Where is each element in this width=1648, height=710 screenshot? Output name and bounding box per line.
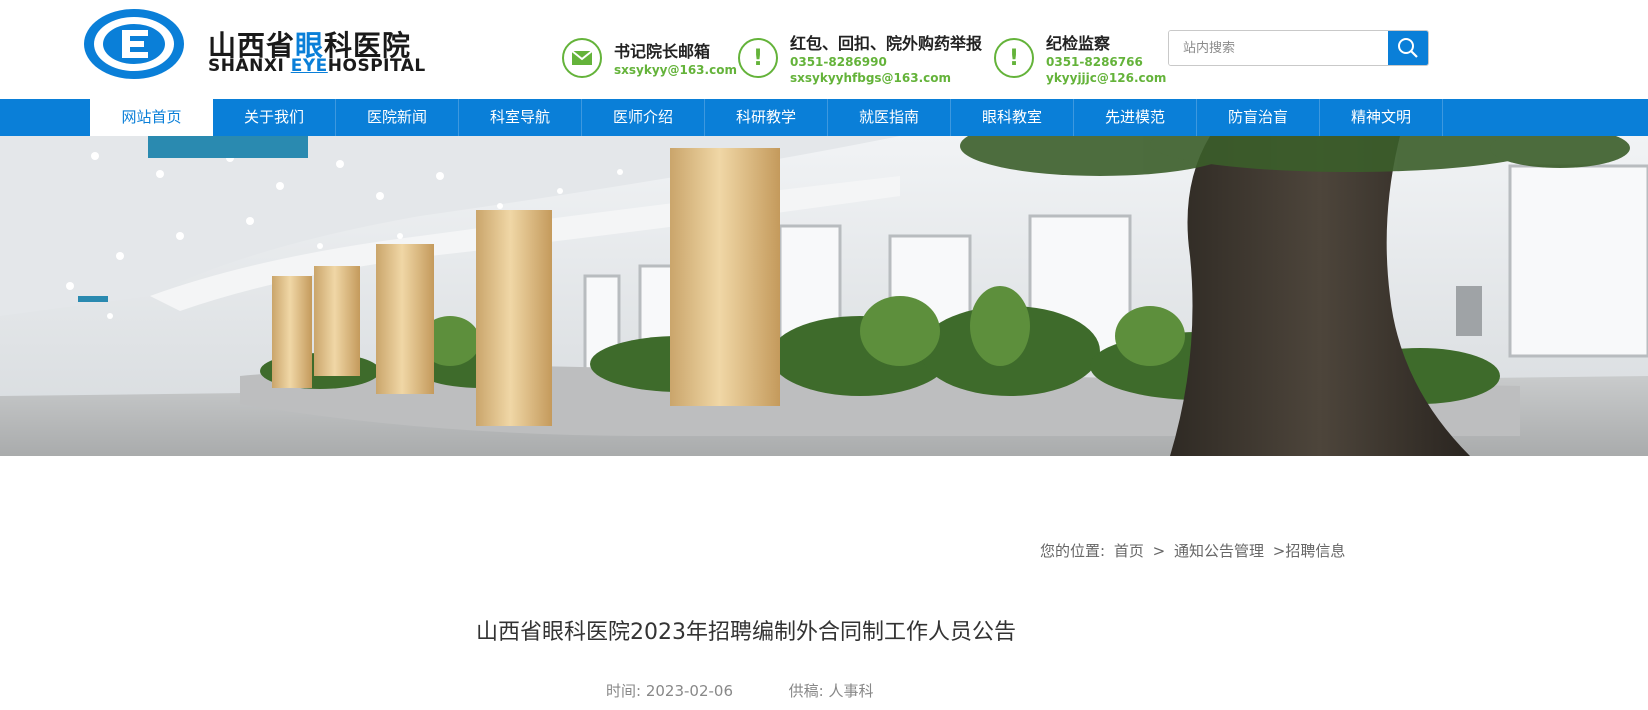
nav-item-doctors[interactable]: 医师介绍 [582, 99, 705, 136]
mail-icon [562, 38, 602, 78]
contact-title: 书记院长邮箱 [614, 42, 711, 61]
article-title: 山西省眼科医院2023年招聘编制外合同制工作人员公告 [476, 620, 1016, 645]
contact-title: 纪检监察 [1046, 34, 1111, 53]
banner-image [0, 136, 1648, 456]
site-search [1168, 30, 1429, 66]
nav-item-about[interactable]: 关于我们 [213, 99, 336, 136]
contact-email[interactable]: ykyyjjjc@126.com [1046, 70, 1166, 86]
nav-item-news[interactable]: 医院新闻 [336, 99, 459, 136]
hospital-logo[interactable]: 山西省眼科医院 SHANXI EYEHOSPITAL [82, 6, 425, 82]
breadcrumb-separator: > [1152, 542, 1166, 560]
breadcrumb-current[interactable]: 招聘信息 [1285, 542, 1345, 560]
contact-email[interactable]: sxsykyyhfbgs@163.com [790, 70, 951, 86]
breadcrumb-home[interactable]: 首页 [1114, 542, 1144, 560]
nav-item-home[interactable]: 网站首页 [90, 99, 213, 136]
source-value: 人事科 [828, 682, 874, 700]
nav-item-civilization[interactable]: 精神文明 [1320, 99, 1443, 136]
lobby-photo [0, 136, 1648, 456]
logo-emblem-icon [84, 9, 184, 79]
nav-item-research[interactable]: 科研教学 [705, 99, 828, 136]
contact-lines: 0351-8286766 ykyyjjjc@126.com [1046, 54, 1166, 86]
search-button[interactable] [1388, 31, 1428, 65]
nav-item-models[interactable]: 先进模范 [1074, 99, 1197, 136]
contact-discipline-inspection[interactable]: ! 纪检监察 0351-8286766 ykyyjjjc@126.com [994, 28, 1166, 88]
publish-time-value: 2023-02-06 [645, 682, 734, 700]
contact-phone: 0351-8286766 [1046, 55, 1143, 69]
main-nav: 网站首页 关于我们 医院新闻 科室导航 医师介绍 科研教学 就医指南 眼科教室 … [0, 99, 1648, 136]
contact-president-mailbox[interactable]: 书记院长邮箱 sxsykyy@163.com [562, 28, 737, 88]
site-header: 山西省眼科医院 SHANXI EYEHOSPITAL 书记院长邮箱 sxsyky… [0, 0, 1648, 96]
contact-email[interactable]: sxsykyy@163.com [614, 62, 737, 78]
article-meta: 时间: 2023-02-06 供稿: 人事科 [606, 680, 873, 701]
contact-title: 红包、回扣、院外购药举报 [790, 34, 983, 53]
search-icon [1398, 38, 1418, 58]
nav-item-guide[interactable]: 就医指南 [828, 99, 951, 136]
nav-item-classroom[interactable]: 眼科教室 [951, 99, 1074, 136]
contact-phone: 0351-8286990 [790, 55, 887, 69]
search-input[interactable] [1169, 31, 1389, 65]
breadcrumb-section[interactable]: 通知公告管理 [1174, 542, 1264, 560]
breadcrumb: 您的位置: 首页 > 通知公告管理 >招聘信息 [1040, 540, 1349, 561]
publish-time-label: 时间: [606, 682, 642, 700]
exclamation-icon: ! [994, 38, 1034, 78]
nav-item-departments[interactable]: 科室导航 [459, 99, 582, 136]
contact-report-kickbacks[interactable]: ! 红包、回扣、院外购药举报 0351-8286990 sxsykyyhfbgs… [738, 28, 982, 88]
breadcrumb-prefix: 您的位置: [1040, 542, 1106, 560]
nav-item-blindness[interactable]: 防盲治盲 [1197, 99, 1320, 136]
breadcrumb-separator: > [1272, 542, 1286, 560]
logo-english-name: SHANXI EYEHOSPITAL [208, 56, 426, 76]
source-label: 供稿: [788, 682, 824, 700]
exclamation-icon: ! [738, 38, 778, 78]
contact-lines: 0351-8286990 sxsykyyhfbgs@163.com [790, 54, 951, 86]
